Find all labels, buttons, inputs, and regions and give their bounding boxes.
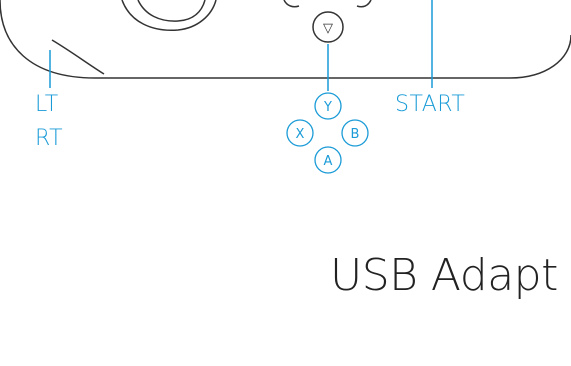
lt-label: LT xyxy=(35,92,59,117)
b-button-label: B xyxy=(351,127,360,142)
face-button-cluster: Y X B A xyxy=(286,92,369,174)
a-button-label: A xyxy=(324,154,333,169)
left-thumbstick xyxy=(121,0,217,31)
button-arc-left xyxy=(283,0,300,8)
dpad-down-triangle-icon: ▽ xyxy=(323,21,333,36)
controller-diagram: Y X B A ▽ xyxy=(0,0,571,174)
left-grip-contour xyxy=(51,39,105,75)
controller-outline xyxy=(0,0,571,79)
x-button-label: X xyxy=(296,127,305,142)
y-button-label: Y xyxy=(323,100,332,115)
rt-label: RT xyxy=(35,126,64,151)
start-label: START xyxy=(395,92,466,117)
usb-adapter-heading: USB Adapt xyxy=(330,250,558,301)
button-arc-right xyxy=(356,0,372,8)
